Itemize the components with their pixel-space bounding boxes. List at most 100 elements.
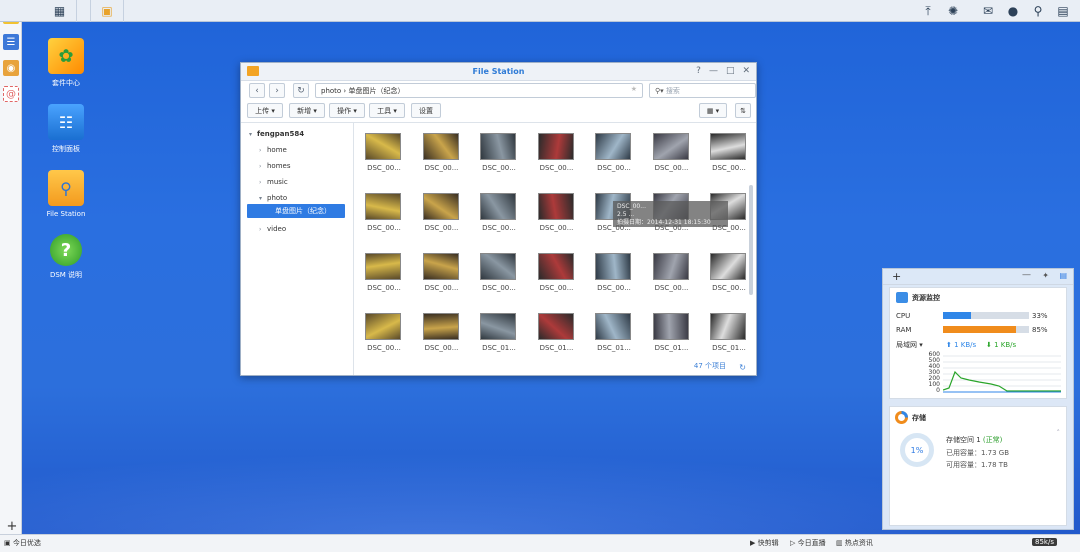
sort-button[interactable]: ⇅ <box>735 103 751 118</box>
minimize-icon[interactable]: — <box>1022 270 1031 280</box>
desktop-icon-package-center[interactable]: ✿ 套件中心 <box>36 38 96 88</box>
file-thumbnail[interactable]: DSC_00... <box>480 253 518 292</box>
file-name: DSC_00... <box>539 164 574 172</box>
file-thumbnail[interactable]: DSC_00... <box>537 193 576 232</box>
photo-image <box>422 193 459 220</box>
minimize-icon[interactable]: — <box>709 66 718 76</box>
add-icon[interactable]: + <box>4 518 20 534</box>
file-thumbnail[interactable]: DSC_00... <box>365 133 403 172</box>
window-titlebar[interactable]: File Station ? — □ ✕ <box>241 63 756 81</box>
tree-item-homes[interactable]: › homes <box>259 159 291 173</box>
add-widget-icon[interactable]: + <box>892 270 901 283</box>
file-thumbnail[interactable]: DSC_00... <box>595 253 633 292</box>
close-icon[interactable]: ✕ <box>742 66 750 76</box>
file-thumbnail[interactable]: DSC_01... <box>595 313 633 352</box>
tools-button[interactable]: 工具 ▾ <box>369 103 405 118</box>
top-bar: ▦ ▣ ⤒ ✺ ✉ ● ⚲ ▤ <box>0 0 1080 22</box>
file-thumbnail[interactable]: DSC_00... <box>480 193 518 232</box>
photo-image <box>422 133 459 160</box>
tree-item-video[interactable]: › video <box>259 222 286 236</box>
bottom-taskbar: ▣ 今日优选 ▶ 快剪辑 ▷ 今日直播 ▥ 热点资讯 85k/s <box>0 534 1080 552</box>
upload-queue-icon[interactable]: ⤒ <box>916 0 940 22</box>
taskbar-file-station-button[interactable]: ▣ <box>90 0 124 22</box>
mention-icon[interactable]: @ <box>3 86 19 102</box>
file-thumbnail[interactable]: DSC_00... <box>480 133 518 172</box>
taskbar-item-2[interactable]: ▷ 今日直播 <box>790 538 826 548</box>
file-thumbnail[interactable]: DSC_00... <box>365 313 403 352</box>
search-icon[interactable]: ⚲ <box>1026 0 1050 22</box>
user-icon[interactable]: ● <box>1001 0 1025 22</box>
file-thumbnail[interactable]: DSC_00... <box>365 193 403 232</box>
help-icon[interactable]: ? <box>696 66 701 76</box>
download-speed: ⬇ 1 KB/s <box>986 341 1017 349</box>
file-thumbnail[interactable]: DSC_00... <box>710 253 748 292</box>
photo-image <box>710 133 746 160</box>
forward-button[interactable]: › <box>269 83 285 98</box>
file-thumbnail[interactable]: DSC_01... <box>652 313 691 352</box>
search-icon: ⚲▾ <box>655 87 664 95</box>
file-thumbnail[interactable]: DSC_01... <box>537 313 576 352</box>
file-name: DSC_00... <box>367 164 401 172</box>
search-input[interactable]: ⚲▾ 搜索 <box>649 83 756 98</box>
file-thumbnail[interactable]: DSC_00... <box>710 133 748 172</box>
cpu-usage-bar <box>943 312 1029 319</box>
file-name: DSC_00... <box>424 284 459 292</box>
file-name: DSC_01... <box>482 344 516 352</box>
desktop-icon-control-panel[interactable]: ☷ 控制面板 <box>36 104 96 154</box>
file-thumbnail[interactable]: DSC_00... <box>652 133 691 172</box>
bookmark-star-icon[interactable]: ★ <box>631 85 637 93</box>
file-thumbnail[interactable]: DSC_01... <box>710 313 748 352</box>
file-thumbnail[interactable]: DSC_00... <box>595 133 633 172</box>
app-list-icon[interactable]: ☰ <box>3 34 19 50</box>
pin-icon[interactable]: ✦ <box>1042 271 1049 280</box>
path-bar[interactable]: photo › 单盘图片（纪念） ★ <box>315 83 643 98</box>
settings-gear-icon[interactable]: ✺ <box>941 0 965 22</box>
view-mode-button[interactable]: ▦ ▾ <box>699 103 727 118</box>
network-select[interactable]: 局域网 ▾ <box>896 340 923 350</box>
upload-button[interactable]: 上传 ▾ <box>247 103 283 118</box>
create-button[interactable]: 新增 ▾ <box>289 103 325 118</box>
maximize-icon[interactable]: □ <box>726 66 735 76</box>
settings-button[interactable]: 设置 <box>411 103 441 118</box>
weibo-icon[interactable]: ◉ <box>3 60 19 76</box>
tree-root[interactable]: ▾ fengpan584 <box>249 127 304 141</box>
file-thumbnail[interactable]: DSC_00... <box>422 313 461 352</box>
back-button[interactable]: ‹ <box>249 83 265 98</box>
file-name: DSC_00... <box>597 164 631 172</box>
file-name: DSC_00... <box>654 164 689 172</box>
taskbar-item-1[interactable]: ▶ 快剪辑 <box>750 538 779 548</box>
tree-item-home[interactable]: › home <box>259 143 287 157</box>
refresh-button[interactable]: ↻ <box>293 83 309 98</box>
main-menu-button[interactable]: ▦ <box>43 0 77 22</box>
taskbar-item-3[interactable]: ▥ 热点资讯 <box>836 538 873 548</box>
tree-item-music[interactable]: › music <box>259 175 288 189</box>
vertical-scrollbar[interactable] <box>749 185 753 295</box>
file-thumbnail[interactable]: DSC_01... <box>480 313 518 352</box>
notification-icon[interactable]: ✉ <box>976 0 1000 22</box>
file-station-icon: ⚲ <box>48 170 84 206</box>
refresh-icon[interactable]: ↻ <box>739 363 746 372</box>
chevron-left-icon: ‹ <box>255 85 259 96</box>
file-thumbnail[interactable]: DSC_00... <box>537 253 576 292</box>
file-thumbnail[interactable]: DSC_00... <box>422 253 461 292</box>
tree-item-photo[interactable]: ▾ photo <box>259 191 287 205</box>
file-thumbnail[interactable]: DSC_00... <box>422 133 461 172</box>
tree-item-selected-folder[interactable]: 单盘图片（纪念） <box>247 204 345 218</box>
desktop-icon-dsm-help[interactable]: ? DSM 说明 <box>36 234 96 280</box>
action-button[interactable]: 操作 ▾ <box>329 103 365 118</box>
file-thumbnail[interactable]: DSC_00... <box>422 193 461 232</box>
file-name: DSC_00... <box>424 224 459 232</box>
file-thumbnail[interactable]: DSC_00... <box>365 253 403 292</box>
widget-settings-icon[interactable]: ▤ <box>1059 271 1067 280</box>
file-thumbnail[interactable]: DSC_00... <box>652 253 691 292</box>
item-count: 47 个项目 <box>693 362 726 370</box>
collapse-chevron-icon[interactable]: ˄ <box>1057 429 1061 437</box>
widgets-icon[interactable]: ▤ <box>1051 0 1075 22</box>
file-grid: DSC_00... DSC_00... DSC_00... DSC_00... DSC_… <box>355 123 746 361</box>
desktop-icon-file-station[interactable]: ⚲ File Station <box>36 170 96 218</box>
file-thumbnail[interactable]: DSC_00... <box>537 133 576 172</box>
file-station-window: File Station ? — □ ✕ ‹ › ↻ photo › 单盘图片（… <box>240 62 757 376</box>
taskbar-today-picks[interactable]: ▣ 今日优选 <box>4 538 41 548</box>
file-name: DSC_00... <box>367 344 401 352</box>
storage-title: 存储 <box>912 414 926 422</box>
